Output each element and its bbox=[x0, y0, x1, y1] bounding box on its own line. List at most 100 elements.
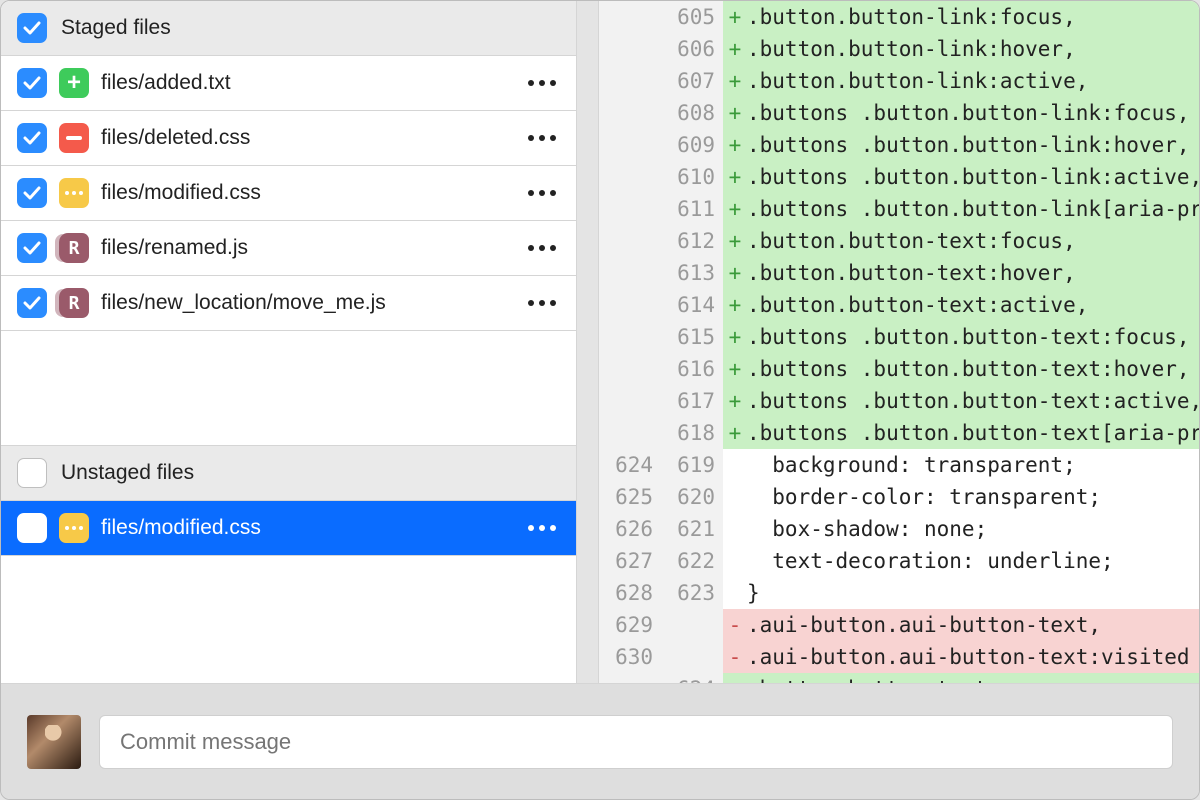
staged-header-checkbox[interactable] bbox=[17, 13, 47, 43]
diff-view[interactable]: 605+.button.button-link:focus,606+.butto… bbox=[599, 1, 1199, 683]
file-checkbox[interactable] bbox=[17, 178, 47, 208]
diff-line[interactable]: 625620 border-color: transparent; bbox=[599, 481, 1199, 513]
diff-code: .buttons .button.button-text:focus, bbox=[747, 321, 1199, 353]
diff-line[interactable]: 608+.buttons .button.button-link:focus, bbox=[599, 97, 1199, 129]
diff-line[interactable]: 624+.button.button-text, bbox=[599, 673, 1199, 683]
diff-code: border-color: transparent; bbox=[747, 481, 1199, 513]
old-line-number bbox=[599, 65, 661, 97]
new-line-number: 611 bbox=[661, 193, 723, 225]
new-line-number: 609 bbox=[661, 129, 723, 161]
more-icon[interactable] bbox=[524, 186, 560, 200]
diff-marker: + bbox=[723, 417, 747, 449]
more-icon[interactable] bbox=[524, 241, 560, 255]
diff-line[interactable]: 610+.buttons .button.button-link:active, bbox=[599, 161, 1199, 193]
file-checkbox[interactable] bbox=[17, 233, 47, 263]
diff-line[interactable]: 612+.button.button-text:focus, bbox=[599, 225, 1199, 257]
modified-icon bbox=[59, 513, 89, 543]
diff-marker bbox=[723, 481, 747, 513]
new-line-number: 607 bbox=[661, 65, 723, 97]
old-line-number bbox=[599, 673, 661, 683]
new-line-number: 606 bbox=[661, 33, 723, 65]
diff-code: .button.button-text:hover, bbox=[747, 257, 1199, 289]
new-line-number: 621 bbox=[661, 513, 723, 545]
diff-line[interactable]: 616+.buttons .button.button-text:hover, bbox=[599, 353, 1199, 385]
old-line-number bbox=[599, 129, 661, 161]
diff-line[interactable]: 611+.buttons .button.button-link[aria-pr… bbox=[599, 193, 1199, 225]
diff-code: .buttons .button.button-text:active, bbox=[747, 385, 1199, 417]
file-row[interactable]: files/deleted.css bbox=[1, 111, 576, 166]
main-split: Staged files +files/added.txtfiles/delet… bbox=[1, 1, 1199, 683]
file-row[interactable]: Rfiles/renamed.js bbox=[1, 221, 576, 276]
commit-message-input[interactable] bbox=[118, 728, 1154, 756]
diff-line[interactable]: 605+.button.button-link:focus, bbox=[599, 1, 1199, 33]
diff-line[interactable]: 624619 background: transparent; bbox=[599, 449, 1199, 481]
diff-marker: + bbox=[723, 673, 747, 683]
diff-marker: + bbox=[723, 161, 747, 193]
file-checkbox[interactable] bbox=[17, 123, 47, 153]
diff-marker bbox=[723, 449, 747, 481]
diff-marker: + bbox=[723, 385, 747, 417]
unstaged-header[interactable]: Unstaged files bbox=[1, 446, 576, 501]
diff-line[interactable]: 609+.buttons .button.button-link:hover, bbox=[599, 129, 1199, 161]
new-line-number: 623 bbox=[661, 577, 723, 609]
diff-line[interactable]: 614+.button.button-text:active, bbox=[599, 289, 1199, 321]
unstaged-header-checkbox[interactable] bbox=[17, 458, 47, 488]
old-line-number bbox=[599, 97, 661, 129]
more-icon[interactable] bbox=[524, 296, 560, 310]
diff-line[interactable]: 615+.buttons .button.button-text:focus, bbox=[599, 321, 1199, 353]
file-checkbox[interactable] bbox=[17, 513, 47, 543]
file-row[interactable]: files/modified.css bbox=[1, 501, 576, 556]
diff-line[interactable]: 629-.aui-button.aui-button-text, bbox=[599, 609, 1199, 641]
diff-line[interactable]: 606+.button.button-link:hover, bbox=[599, 33, 1199, 65]
new-line-number: 616 bbox=[661, 353, 723, 385]
diff-marker: + bbox=[723, 65, 747, 97]
diff-line[interactable]: 628623 } bbox=[599, 577, 1199, 609]
more-icon[interactable] bbox=[524, 131, 560, 145]
diff-code: text-decoration: underline; bbox=[747, 545, 1199, 577]
file-name: files/modified.css bbox=[101, 181, 524, 205]
commit-input-wrap[interactable] bbox=[99, 715, 1173, 769]
diff-marker: + bbox=[723, 1, 747, 33]
diff-line[interactable]: 627622 text-decoration: underline; bbox=[599, 545, 1199, 577]
file-row[interactable]: Rfiles/new_location/move_me.js bbox=[1, 276, 576, 331]
old-line-number bbox=[599, 161, 661, 193]
diff-line[interactable]: 630-.aui-button.aui-button-text:visited bbox=[599, 641, 1199, 673]
diff-marker: + bbox=[723, 97, 747, 129]
pane-gap bbox=[577, 1, 599, 683]
new-line-number: 622 bbox=[661, 545, 723, 577]
commit-bar bbox=[1, 683, 1199, 799]
file-checkbox[interactable] bbox=[17, 288, 47, 318]
diff-line[interactable]: 613+.button.button-text:hover, bbox=[599, 257, 1199, 289]
new-line-number: 619 bbox=[661, 449, 723, 481]
diff-code: .aui-button.aui-button-text:visited bbox=[747, 641, 1199, 673]
diff-code: .button.button-link:active, bbox=[747, 65, 1199, 97]
diff-code: .button.button-link:hover, bbox=[747, 33, 1199, 65]
diff-code: .buttons .button.button-link:hover, bbox=[747, 129, 1199, 161]
staged-header-label: Staged files bbox=[61, 16, 171, 40]
diff-line[interactable]: 626621 box-shadow: none; bbox=[599, 513, 1199, 545]
more-icon[interactable] bbox=[524, 76, 560, 90]
old-line-number: 627 bbox=[599, 545, 661, 577]
file-checkbox[interactable] bbox=[17, 68, 47, 98]
diff-code: .button.button-text:active, bbox=[747, 289, 1199, 321]
diff-code: .button.button-link:focus, bbox=[747, 1, 1199, 33]
old-line-number bbox=[599, 33, 661, 65]
file-row[interactable]: files/modified.css bbox=[1, 166, 576, 221]
staged-header[interactable]: Staged files bbox=[1, 1, 576, 56]
avatar[interactable] bbox=[27, 715, 81, 769]
diff-code: .buttons .button.button-link:active, bbox=[747, 161, 1199, 193]
check-icon bbox=[23, 76, 41, 90]
renamed-icon: R bbox=[59, 233, 89, 263]
diff-code: .buttons .button.button-text:hover, bbox=[747, 353, 1199, 385]
diff-line[interactable]: 607+.button.button-link:active, bbox=[599, 65, 1199, 97]
file-row[interactable]: +files/added.txt bbox=[1, 56, 576, 111]
diff-marker: + bbox=[723, 193, 747, 225]
old-line-number bbox=[599, 353, 661, 385]
more-icon[interactable] bbox=[524, 521, 560, 535]
diff-line[interactable]: 617+.buttons .button.button-text:active, bbox=[599, 385, 1199, 417]
diff-code: } bbox=[747, 577, 1199, 609]
check-icon bbox=[23, 296, 41, 310]
old-line-number bbox=[599, 257, 661, 289]
new-line-number: 610 bbox=[661, 161, 723, 193]
diff-line[interactable]: 618+.buttons .button.button-text[aria-pr… bbox=[599, 417, 1199, 449]
